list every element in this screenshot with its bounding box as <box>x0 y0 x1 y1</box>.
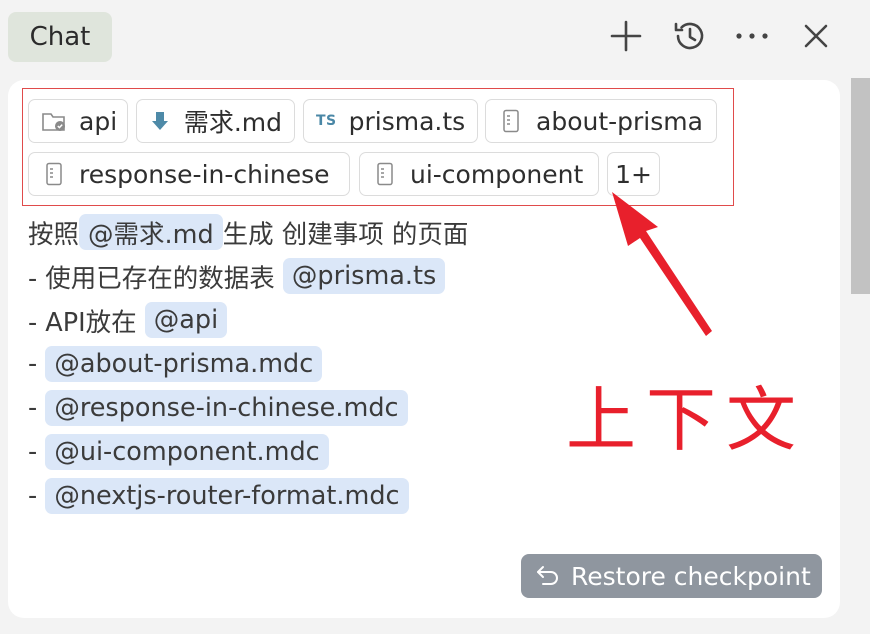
more-icon[interactable] <box>732 16 772 56</box>
markdown-down-arrow-icon <box>149 108 172 134</box>
text-fragment: - <box>28 437 46 467</box>
chip-label: 1+ <box>615 159 652 189</box>
mention-tag[interactable]: @ui-component.mdc <box>45 434 329 470</box>
context-chip-response-in-chinese[interactable]: response-in-chinese <box>28 152 350 196</box>
restore-checkpoint-button[interactable]: Restore checkpoint <box>521 554 822 598</box>
file-rule-icon <box>41 161 67 187</box>
chip-label: api <box>79 106 118 136</box>
context-chip-prisma[interactable]: TS prisma.ts <box>303 99 478 143</box>
mention-tag[interactable]: @about-prisma.mdc <box>45 346 323 382</box>
chip-label: about-prisma <box>536 106 703 136</box>
file-rule-icon <box>498 108 524 134</box>
text-fragment: - <box>28 393 46 423</box>
message-line: 按照 @需求.md 生成 创建事项 的页面 <box>28 210 468 254</box>
text-fragment: 按照 <box>28 219 80 250</box>
chip-label: ui-component <box>410 159 584 189</box>
context-chip-about-prisma[interactable]: about-prisma <box>485 99 717 143</box>
context-chip-requirements[interactable]: 需求.md <box>136 99 295 143</box>
text-fragment: 生成 创建事项 的页面 <box>222 219 469 250</box>
context-chip-more[interactable]: 1+ <box>607 152 660 196</box>
mention-tag[interactable]: @response-in-chinese.mdc <box>45 390 408 426</box>
chip-label: response-in-chinese <box>79 159 330 189</box>
user-message-card: api 需求.md TS prisma.ts about-prisma resp… <box>8 80 840 618</box>
text-fragment: - <box>28 481 46 511</box>
message-line: - API放在 @api <box>28 298 468 342</box>
scrollbar[interactable] <box>851 78 870 294</box>
annotation-label: 上下文 <box>566 379 806 461</box>
undo-icon <box>535 564 561 588</box>
context-chip-api[interactable]: api <box>28 99 128 143</box>
mention-tag[interactable]: @nextjs-router-format.mdc <box>45 478 409 514</box>
context-chip-ui-component[interactable]: ui-component <box>359 152 599 196</box>
restore-label: Restore checkpoint <box>571 561 811 591</box>
tab-chat[interactable]: Chat <box>8 12 112 62</box>
message-line: - @response-in-chinese.mdc <box>28 386 468 430</box>
mention-tag[interactable]: @prisma.ts <box>282 258 446 294</box>
text-fragment: - <box>28 349 46 379</box>
message-line: - @ui-component.mdc <box>28 430 468 474</box>
text-fragment: - API放在 <box>28 307 145 338</box>
chip-label: prisma.ts <box>348 106 466 136</box>
close-icon[interactable] <box>796 16 836 56</box>
mention-tag[interactable]: @api <box>144 302 228 338</box>
file-rule-icon <box>372 161 398 187</box>
message-line: - @about-prisma.mdc <box>28 342 468 386</box>
plus-icon[interactable] <box>606 16 646 56</box>
message-text: 按照 @需求.md 生成 创建事项 的页面 - 使用已存在的数据表 @prism… <box>28 210 468 518</box>
chip-label: 需求.md <box>183 108 282 137</box>
message-line: - 使用已存在的数据表 @prisma.ts <box>28 254 468 298</box>
typescript-icon: TS <box>316 113 337 129</box>
mention-tag[interactable]: @需求.md <box>79 214 223 250</box>
folder-icon <box>41 108 67 134</box>
text-fragment: - 使用已存在的数据表 <box>28 263 283 294</box>
history-icon[interactable] <box>670 16 710 56</box>
message-line: - @nextjs-router-format.mdc <box>28 474 468 518</box>
